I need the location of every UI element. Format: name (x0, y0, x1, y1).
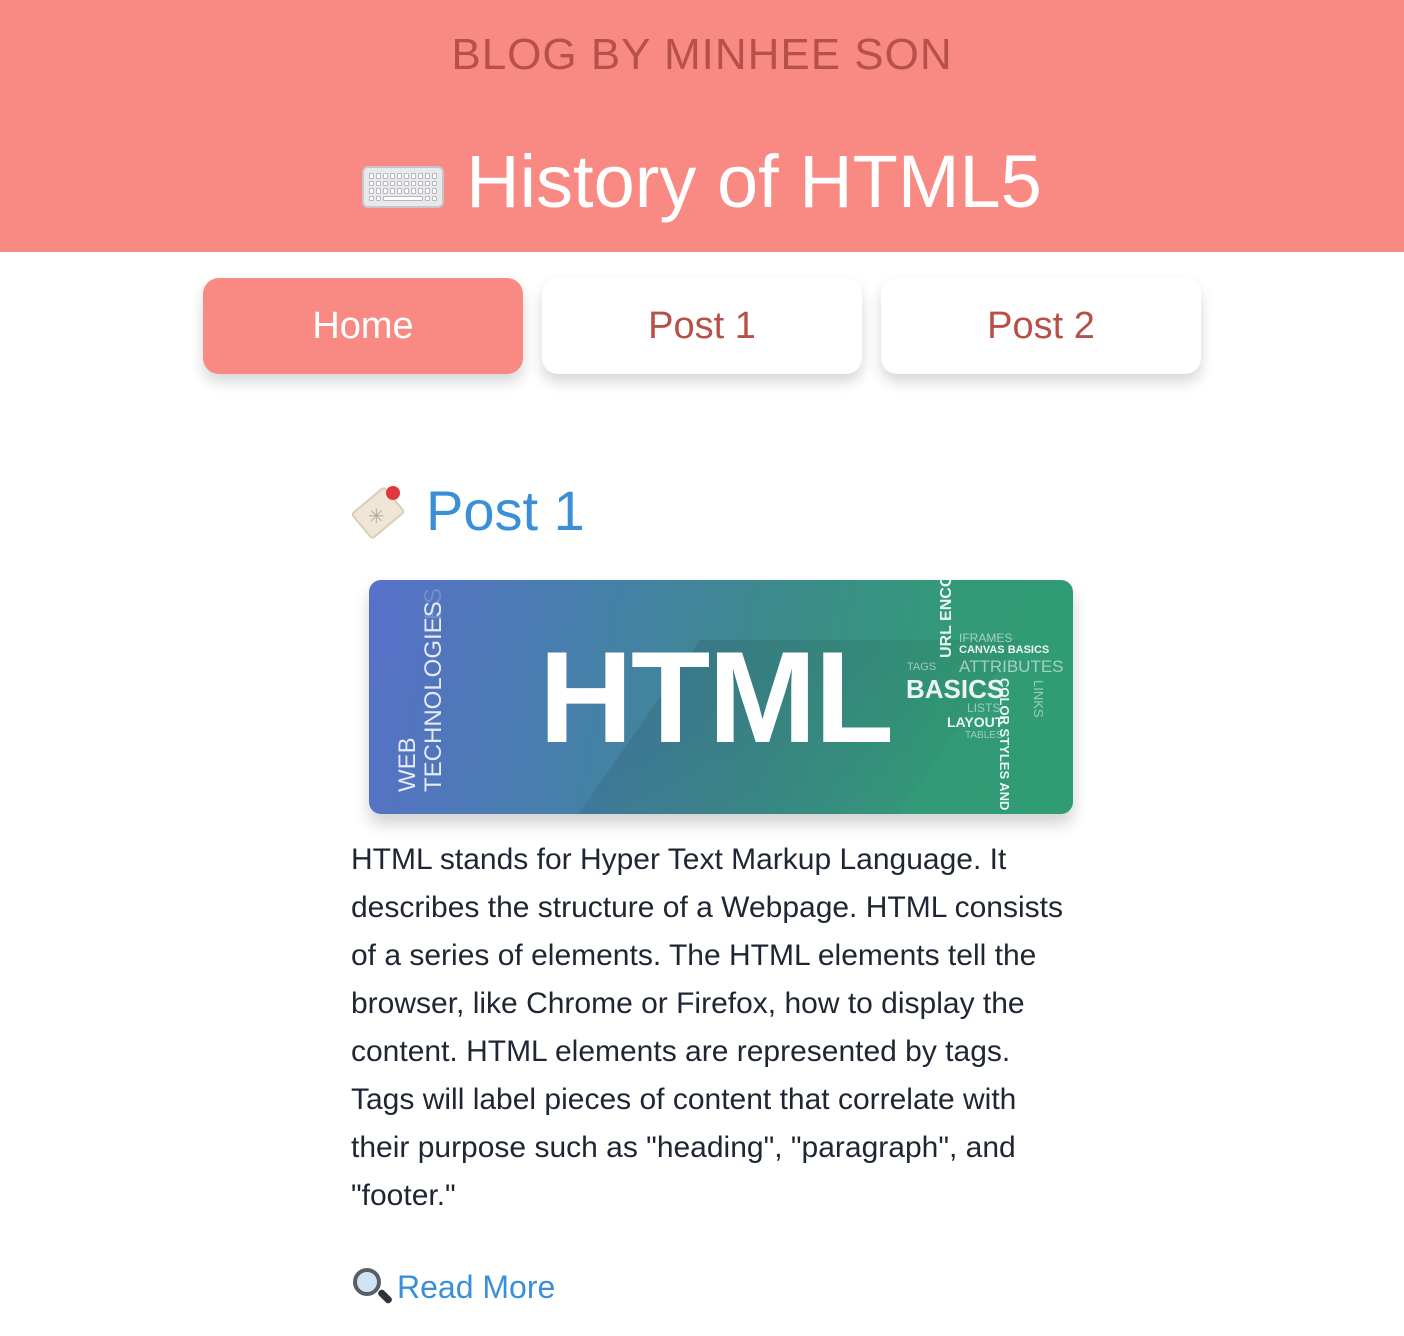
banner-word: BASICS (906, 674, 1005, 704)
banner-word: COLOR STYLES AND (997, 678, 1012, 811)
post-body-text: HTML stands for Hyper Text Markup Langua… (351, 843, 1063, 1212)
banner-word: URL ENCOD (938, 580, 955, 658)
banner-word: CANVAS BASICS (959, 644, 1050, 656)
tag-icon: ✳ (350, 482, 408, 540)
banner-word: LISTS (967, 701, 1001, 715)
page-header: BLOG BY MINHEE SON History of HTML5 (0, 0, 1404, 252)
nav-post-2-button[interactable]: Post 2 (881, 278, 1201, 374)
banner-side-text-technologies: TECHNOLOGIES (420, 601, 447, 792)
banner-word: ATTRIBUTES (959, 657, 1064, 676)
banner-word: LINKS (1031, 680, 1046, 718)
page-title: History of HTML5 (466, 140, 1042, 223)
banner-word: LAYOUT (947, 714, 1004, 730)
banner-side-text-faded: ES (420, 587, 447, 620)
page-title-row: History of HTML5 (0, 140, 1404, 224)
post-title-link[interactable]: Post 1 (426, 478, 585, 543)
read-more-row: Read More (351, 1266, 555, 1308)
banner-side-text-web: WEB (394, 737, 421, 792)
post-heading: ✳ Post 1 (350, 478, 585, 543)
blog-byline: BLOG BY MINHEE SON (451, 30, 953, 79)
banner-word: IFRAMES (959, 631, 1013, 645)
read-more-link[interactable]: Read More (397, 1269, 555, 1306)
post-banner-image: WEB TECHNOLOGIES ES HTML URL ENCOD IFRAM… (369, 580, 1073, 814)
magnifier-icon (351, 1266, 394, 1308)
banner-word: TAGS (907, 661, 937, 673)
nav-post-1-button[interactable]: Post 1 (542, 278, 862, 374)
nav-home-button[interactable]: Home (203, 278, 523, 374)
banner-main-text: HTML (539, 624, 894, 770)
keyboard-icon (362, 166, 445, 208)
